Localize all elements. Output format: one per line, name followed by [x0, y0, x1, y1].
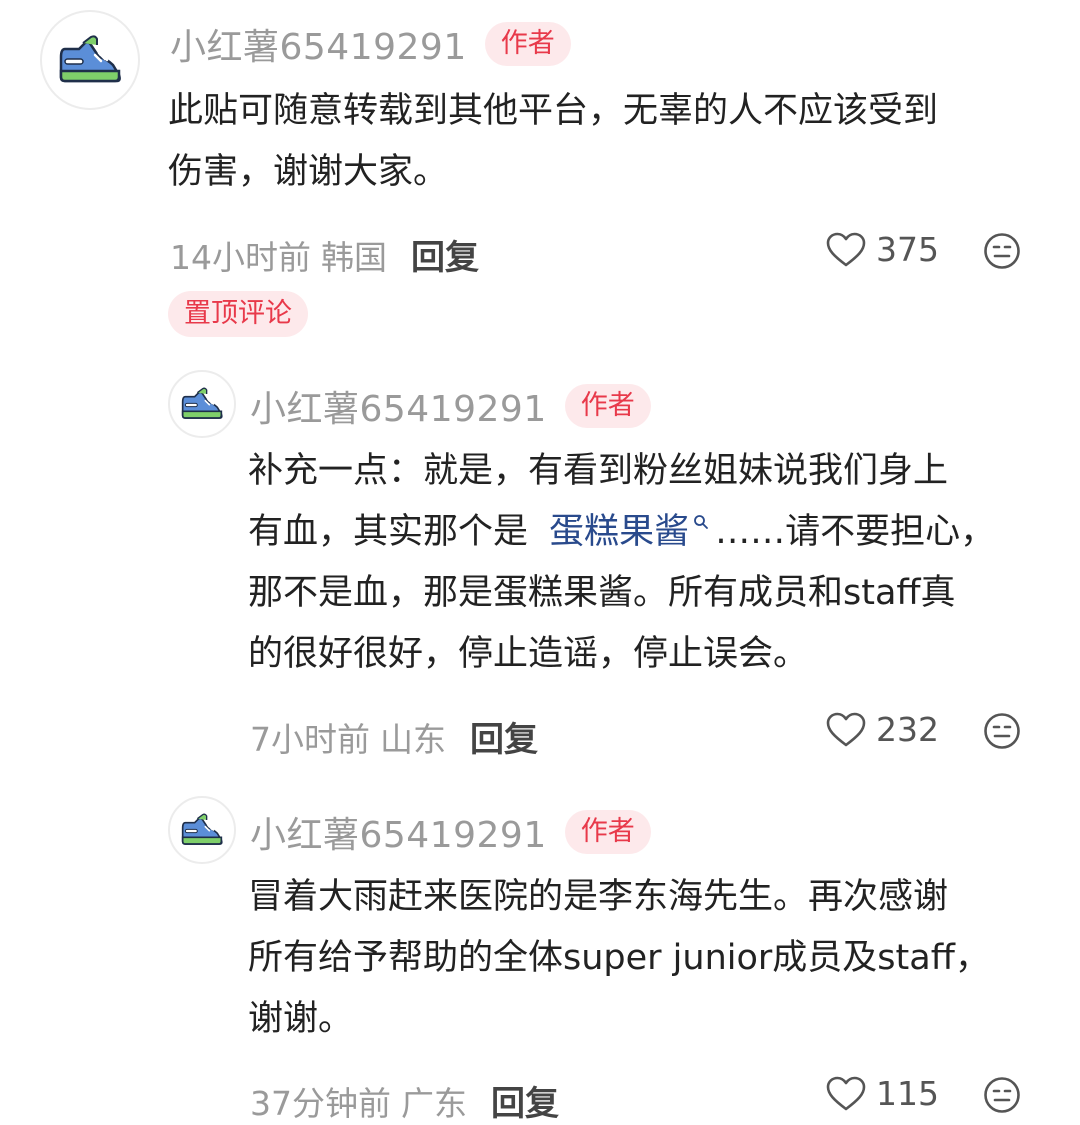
sneaker-icon — [59, 35, 121, 83]
comment-header: 小红薯65419291 作者 — [170, 18, 571, 70]
neutral-face-icon[interactable] — [983, 1076, 1021, 1114]
comment-text-line: 所有给予帮助的全体super junior成员及staff， — [248, 938, 990, 978]
sneaker-icon — [181, 387, 223, 419]
like-button[interactable]: 375 — [826, 230, 939, 269]
like-button[interactable]: 232 — [826, 710, 939, 749]
neutral-face-icon[interactable] — [983, 712, 1021, 750]
username[interactable]: 小红薯65419291 — [250, 806, 547, 858]
sneaker-icon — [181, 813, 223, 845]
comment-location: 山东 — [380, 719, 446, 759]
like-count: 115 — [876, 1074, 939, 1113]
like-button[interactable]: 115 — [826, 1074, 939, 1113]
reply-comment-2: 小红薯65419291 作者 冒着大雨赶来医院的是李东海先生。再次感谢 所有给予… — [0, 786, 1080, 1124]
avatar[interactable] — [40, 10, 140, 110]
comment-text-segment: 有血，其实那个是 — [248, 512, 529, 552]
author-badge: 作者 — [564, 384, 651, 428]
comment-time: 14小时前 — [170, 237, 311, 277]
comment-meta: 7小时前 山东 回复 — [250, 712, 538, 761]
author-badge: 作者 — [564, 810, 651, 854]
author-badge: 作者 — [484, 22, 571, 66]
neutral-face-icon[interactable] — [983, 232, 1021, 270]
comment-location: 韩国 — [321, 237, 387, 277]
heart-outline-icon — [826, 232, 866, 266]
reply-comment-1: 小红薯65419291 作者 补充一点：就是，有看到粉丝姐妹说我们身上 有血，其… — [0, 360, 1080, 780]
avatar[interactable] — [168, 370, 236, 438]
comment-header: 小红薯65419291 作者 — [250, 380, 651, 432]
reply-button[interactable]: 回复 — [411, 230, 479, 279]
comment-text: 此贴可随意转载到其他平台，无辜的人不应该受到 伤害，谢谢大家。 — [168, 81, 1048, 203]
comment-meta: 37分钟前 广东 回复 — [250, 1076, 559, 1125]
like-count: 232 — [876, 710, 939, 749]
comment-1: 小红薯65419291 作者 此贴可随意转载到其他平台，无辜的人不应该受到 伤害… — [0, 0, 1080, 345]
comment-text-line: 补充一点：就是，有看到粉丝姐妹说我们身上 — [248, 451, 949, 491]
search-icon[interactable] — [693, 514, 709, 530]
comment-meta: 14小时前 韩国 回复 — [170, 230, 479, 279]
comment-text-line: 那不是血，那是蛋糕果酱。所有成员和staff真 — [248, 573, 956, 613]
comment-text-line: 伤害，谢谢大家。 — [168, 152, 449, 192]
heart-outline-icon — [826, 1076, 866, 1110]
comment-header: 小红薯65419291 作者 — [250, 806, 651, 858]
comment-time: 7小时前 — [250, 719, 370, 759]
pinned-badge: 置顶评论 — [168, 291, 308, 337]
heart-outline-icon — [826, 712, 866, 746]
username[interactable]: 小红薯65419291 — [170, 18, 467, 70]
comment-text-line: 冒着大雨赶来医院的是李东海先生。再次感谢 — [248, 877, 949, 917]
comment-text: 补充一点：就是，有看到粉丝姐妹说我们身上 有血，其实那个是 蛋糕果酱 ……请不要… — [248, 441, 1048, 685]
comment-text-line: 的很好很好，停止造谣，停止误会。 — [248, 634, 809, 674]
comment-text: 冒着大雨赶来医院的是李东海先生。再次感谢 所有给予帮助的全体super juni… — [248, 867, 1048, 1050]
avatar[interactable] — [168, 796, 236, 864]
comment-text-segment: ……请不要担心， — [715, 512, 996, 552]
username[interactable]: 小红薯65419291 — [250, 380, 547, 432]
comment-time: 37分钟前 — [250, 1083, 391, 1123]
reply-button[interactable]: 回复 — [470, 712, 538, 761]
comment-text-line: 有血，其实那个是 蛋糕果酱 ……请不要担心， — [248, 502, 1048, 563]
comment-text-line: 谢谢。 — [248, 999, 354, 1039]
keyword-link[interactable]: 蛋糕果酱 — [549, 512, 689, 552]
comment-location: 广东 — [401, 1083, 467, 1123]
comment-text-line: 此贴可随意转载到其他平台，无辜的人不应该受到 — [168, 91, 939, 131]
reply-button[interactable]: 回复 — [491, 1076, 559, 1125]
like-count: 375 — [876, 230, 939, 269]
